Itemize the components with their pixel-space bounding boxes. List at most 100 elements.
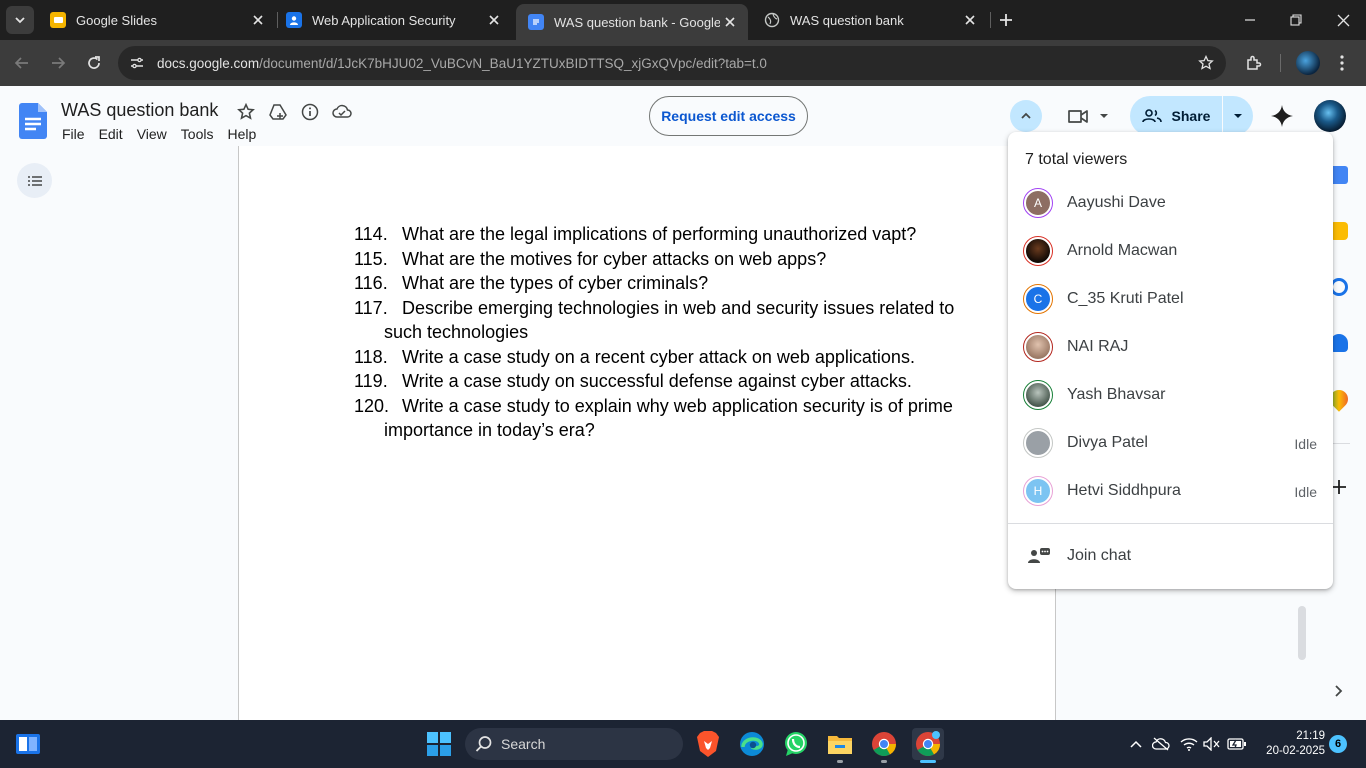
close-tab-icon[interactable] (248, 10, 268, 30)
show-hidden-icons-button[interactable] (1126, 734, 1146, 754)
viewer-hetvi-siddhpura[interactable]: H Hetvi Siddhpura Idle (1008, 467, 1333, 515)
menu-tools[interactable]: Tools (174, 124, 221, 144)
viewer-name: Yash Bhavsar (1067, 386, 1166, 403)
close-window-button[interactable] (1320, 0, 1366, 40)
google-docs-logo[interactable] (19, 103, 47, 139)
chrome-icon[interactable] (868, 728, 900, 763)
meet-button[interactable] (1064, 102, 1112, 130)
widgets-icon[interactable] (16, 732, 40, 756)
viewer-name: C_35 Kruti Patel (1067, 290, 1184, 307)
close-tab-icon[interactable] (960, 10, 980, 30)
menu-file[interactable]: File (55, 124, 92, 144)
tab-was-question-bank-docs[interactable]: WAS question bank - Google Do (516, 4, 748, 40)
share-dropdown-button[interactable] (1223, 96, 1253, 136)
file-explorer-icon[interactable] (824, 728, 856, 763)
restore-icon (1290, 14, 1302, 26)
account-avatar[interactable] (1314, 100, 1346, 132)
new-tab-button[interactable] (994, 8, 1018, 32)
tab-title: WAS question bank - Google Do (554, 14, 720, 30)
menu-edit[interactable]: Edit (92, 124, 130, 144)
list-item: 119. Write a case study on successful def… (354, 371, 912, 391)
edge-browser-icon[interactable] (736, 728, 768, 760)
address-bar[interactable]: docs.google.com/document/d/1JcK7bHJU02_V… (118, 46, 1226, 80)
tab-google-slides[interactable]: Google Slides (38, 0, 276, 40)
viewer-arnold-macwan[interactable]: Arnold Macwan (1008, 227, 1333, 275)
viewer-yash-bhavsar[interactable]: Yash Bhavsar (1008, 371, 1333, 419)
forward-button[interactable] (44, 49, 72, 77)
viewer-kruti-patel[interactable]: C C_35 Kruti Patel (1008, 275, 1333, 323)
close-tab-icon[interactable] (720, 12, 740, 32)
tab-title: WAS question bank (790, 12, 904, 28)
star-icon[interactable] (235, 101, 257, 123)
volume-muted-icon[interactable] (1202, 734, 1222, 754)
viewer-divya-patel[interactable]: Divya Patel Idle (1008, 419, 1333, 467)
gemini-icon[interactable] (1268, 102, 1296, 130)
avatar: A (1024, 189, 1052, 217)
minimize-button[interactable] (1227, 0, 1273, 40)
tab-was-question-bank[interactable]: WAS question bank (752, 0, 988, 40)
document-title[interactable]: WAS question bank (61, 100, 218, 121)
request-edit-access-button[interactable]: Request edit access (649, 96, 808, 136)
expand-side-panel-button[interactable] (1330, 683, 1346, 699)
docs-icon (528, 14, 544, 30)
chevron-up-icon (1021, 112, 1031, 119)
avatar (1024, 237, 1052, 265)
move-to-drive-icon[interactable] (267, 101, 289, 123)
document-page[interactable]: 114. What are the legal implications of p… (238, 146, 1056, 720)
viewer-name: Hetvi Siddhpura (1067, 482, 1181, 499)
avatar (1024, 429, 1052, 457)
reload-icon (88, 56, 100, 69)
viewer-nai-raj[interactable]: NAI RAJ (1008, 323, 1333, 371)
avatar (1024, 381, 1052, 409)
scrollbar-thumb[interactable] (1298, 606, 1306, 660)
browser-toolbar: docs.google.com/document/d/1JcK7bHJU02_V… (0, 40, 1366, 86)
battery-charging-icon[interactable] (1227, 734, 1247, 754)
join-chat-button[interactable]: Join chat (1008, 532, 1333, 580)
viewers-heading: 7 total viewers (1025, 151, 1128, 168)
viewer-name: NAI RAJ (1067, 338, 1129, 355)
list-item: 114. What are the legal implications of p… (354, 224, 917, 244)
system-clock[interactable]: 21:19 20-02-2025 (1255, 729, 1325, 759)
viewer-aayushi-dave[interactable]: A Aayushi Dave (1008, 179, 1333, 227)
cloud-offline-icon[interactable] (1151, 734, 1171, 754)
video-camera-icon (1068, 110, 1088, 123)
cloud-saved-icon[interactable] (331, 101, 353, 123)
document-outline-button[interactable] (17, 163, 52, 198)
running-indicator (881, 760, 887, 763)
site-info-icon[interactable] (123, 49, 151, 77)
clock-date: 20-02-2025 (1266, 745, 1325, 757)
profile-avatar[interactable] (1296, 51, 1320, 75)
avatar (1024, 333, 1052, 361)
tab-search-button[interactable] (6, 6, 34, 34)
notification-count-badge[interactable]: 6 (1329, 735, 1347, 753)
brave-browser-icon[interactable] (692, 728, 724, 760)
people-icon (1141, 109, 1162, 123)
bookmark-star-icon[interactable] (1194, 51, 1218, 75)
share-button[interactable]: Share (1130, 96, 1222, 136)
whatsapp-icon[interactable] (780, 728, 812, 760)
chevron-up-icon (1130, 740, 1142, 748)
avatar: H (1024, 477, 1052, 505)
hide-viewers-button[interactable] (1010, 100, 1042, 132)
menu-view[interactable]: View (130, 124, 174, 144)
close-tab-icon[interactable] (484, 10, 504, 30)
active-indicator (920, 760, 936, 763)
restore-button[interactable] (1273, 0, 1319, 40)
back-button[interactable] (8, 49, 36, 77)
kebab-menu-icon[interactable] (1330, 51, 1354, 75)
taskbar-search[interactable]: Search (465, 728, 683, 760)
minimize-icon (1245, 19, 1255, 21)
clock-time: 21:19 (1296, 730, 1325, 742)
wifi-icon[interactable] (1179, 734, 1199, 754)
tab-web-application-security[interactable]: Web Application Security (274, 0, 512, 40)
menu-help[interactable]: Help (220, 124, 263, 144)
viewer-name: Divya Patel (1067, 434, 1148, 451)
tab-title: Web Application Security (312, 12, 456, 28)
extensions-icon[interactable] (1242, 51, 1266, 75)
chrome-profile-icon[interactable] (912, 728, 944, 763)
reload-button[interactable] (80, 49, 108, 77)
url-host: docs.google.com (157, 55, 260, 71)
list-item: 116. What are the types of cyber criminal… (354, 273, 709, 293)
windows-start-icon[interactable] (427, 732, 451, 756)
info-icon[interactable] (299, 101, 321, 123)
